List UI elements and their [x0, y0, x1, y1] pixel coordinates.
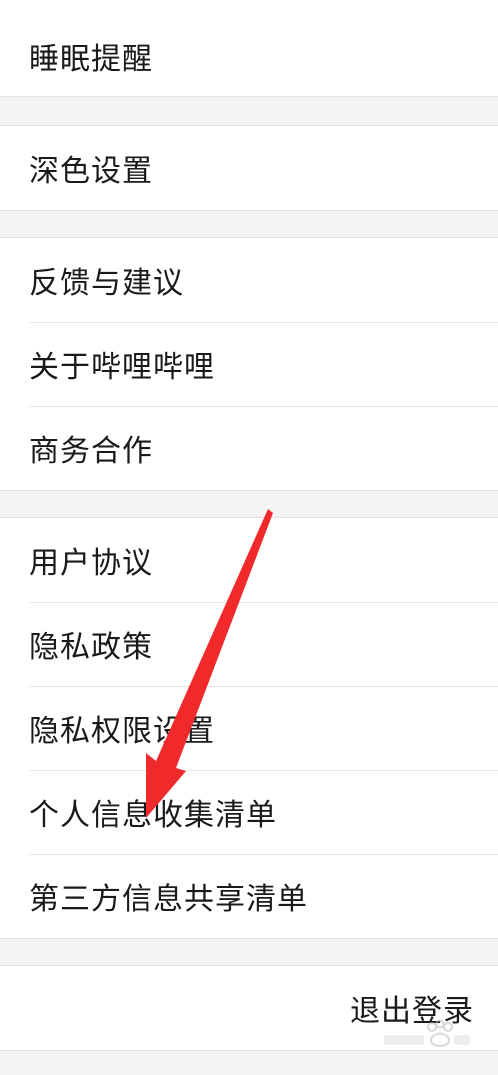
settings-row-privacy-permissions[interactable]: 隐私权限设置 — [0, 686, 498, 770]
settings-row-label: 个人信息收集清单 — [29, 798, 277, 833]
settings-row-label: 深色设置 — [29, 154, 153, 189]
settings-row-label: 反馈与建议 — [29, 266, 184, 301]
baidu-watermark-icon — [384, 1019, 470, 1048]
settings-row-sleep-reminder[interactable]: 睡眠提醒 — [0, 0, 498, 97]
settings-row-label: 用户协议 — [29, 546, 153, 581]
settings-row-label: 隐私政策 — [29, 630, 153, 665]
settings-row-label: 关于哔哩哔哩 — [29, 350, 215, 385]
settings-group-legal: 用户协议 隐私政策 隐私权限设置 个人信息收集清单 第三方信息共享清单 — [0, 517, 498, 939]
settings-row-dark-mode[interactable]: 深色设置 — [0, 126, 498, 210]
settings-row-label: 商务合作 — [29, 434, 153, 469]
settings-row-label: 隐私权限设置 — [29, 714, 215, 749]
settings-row-privacy-policy[interactable]: 隐私政策 — [0, 602, 498, 686]
settings-row-personal-info-list[interactable]: 个人信息收集清单 — [0, 770, 498, 854]
settings-row-user-agreement[interactable]: 用户协议 — [0, 518, 498, 602]
settings-group-sleep: 睡眠提醒 — [0, 0, 498, 97]
settings-row-business-cooperation[interactable]: 商务合作 — [0, 406, 498, 490]
settings-row-label: 睡眠提醒 — [29, 41, 153, 77]
settings-row-third-party-sharing-list[interactable]: 第三方信息共享清单 — [0, 854, 498, 938]
settings-row-about-bilibili[interactable]: 关于哔哩哔哩 — [0, 322, 498, 406]
settings-group-about: 反馈与建议 关于哔哩哔哩 商务合作 — [0, 237, 498, 491]
settings-row-feedback[interactable]: 反馈与建议 — [0, 238, 498, 322]
settings-group-theme: 深色设置 — [0, 125, 498, 211]
settings-row-label: 第三方信息共享清单 — [29, 882, 308, 917]
